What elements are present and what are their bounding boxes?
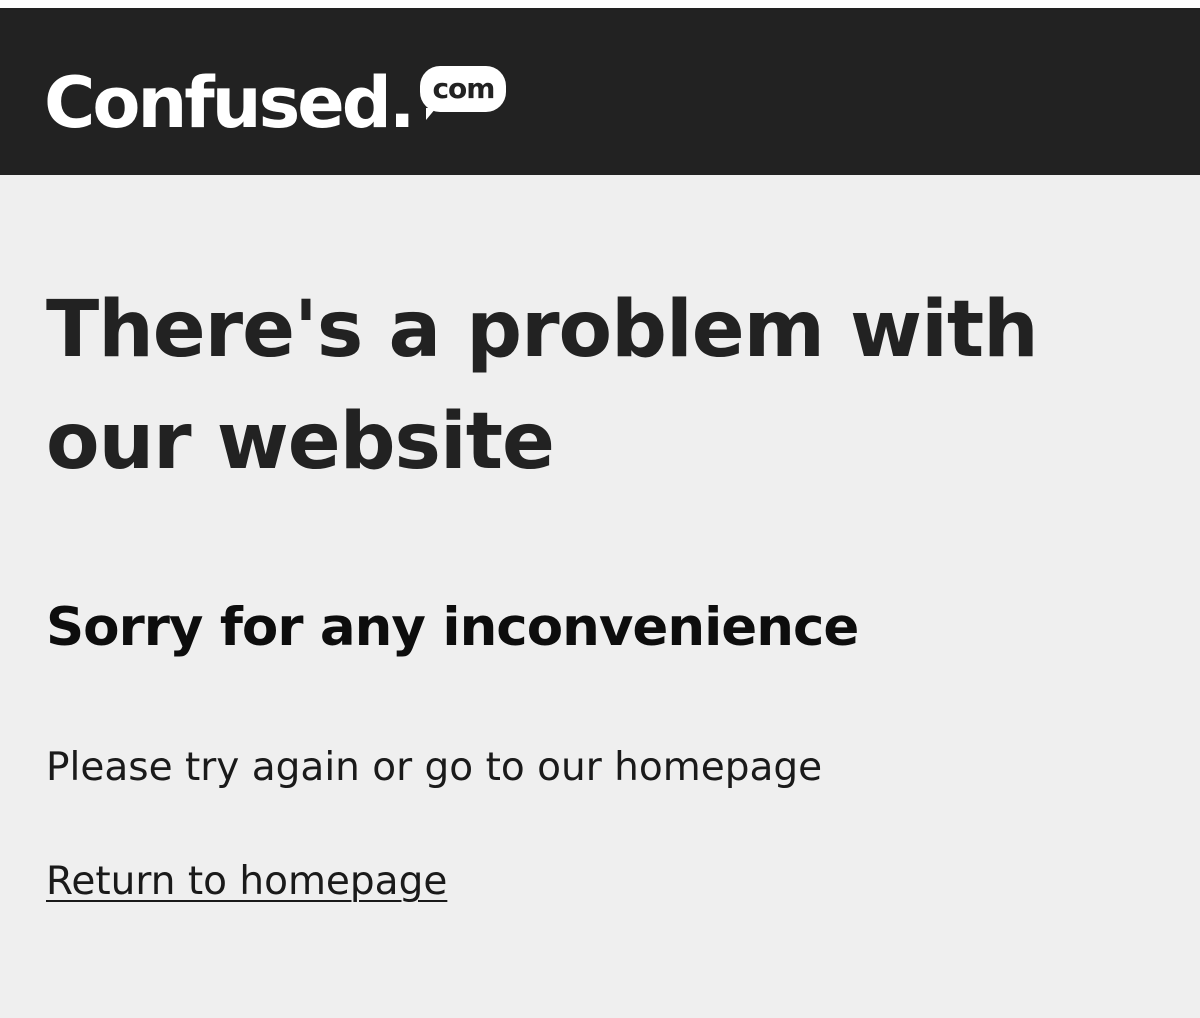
return-to-homepage-link[interactable]: Return to homepage [46,854,447,910]
site-header: Confused. com [0,8,1200,175]
apology-heading: Sorry for any inconvenience [46,597,859,658]
logo-com-bubble: com [420,66,507,120]
confused-logo[interactable]: Confused. com [44,60,507,150]
logo-wordmark: Confused. [44,62,415,144]
instruction-text: Please try again or go to our homepage [46,745,823,790]
page-title: There's a problem with our website [46,285,1039,487]
top-strip [0,0,1200,8]
